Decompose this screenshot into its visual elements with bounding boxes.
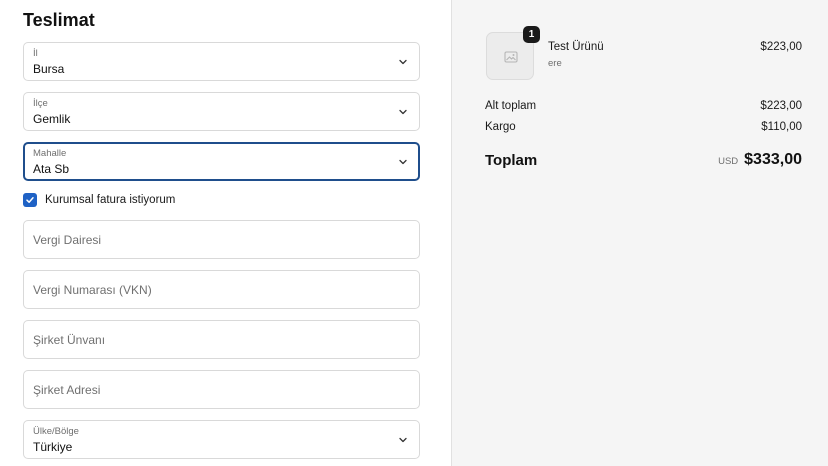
district-label: İlçe [33,98,48,109]
delivery-form-panel: Teslimat İl Bursa İlçe Gemlik Mahalle At… [0,0,452,466]
neighborhood-label: Mahalle [33,148,67,159]
corporate-invoice-row[interactable]: Kurumsal fatura istiyorum [23,192,175,208]
district-value: Gemlik [33,112,71,126]
chevron-down-icon [399,159,407,165]
chevron-down-icon [399,109,407,115]
neighborhood-value: Ata Sb [33,162,70,176]
check-icon [26,197,34,203]
company-name-input[interactable]: Şirket Ünvanı [23,320,420,359]
province-value: Bursa [33,62,65,76]
product-name: Test Ürünü [548,41,604,53]
checkout-page: Teslimat İl Bursa İlçe Gemlik Mahalle At… [0,0,828,466]
corporate-invoice-label: Kurumsal fatura istiyorum [45,194,176,206]
total-label: Toplam [485,152,538,169]
chevron-down-icon [399,437,407,443]
tax-office-placeholder: Vergi Dairesi [33,233,102,247]
country-select[interactable]: Ülke/Bölge Türkiye [23,420,420,459]
shipping-value: $110,00 [761,121,802,133]
tax-office-input[interactable]: Vergi Dairesi [23,220,420,259]
company-address-placeholder: Şirket Adresi [33,383,101,397]
province-select[interactable]: İl Bursa [23,42,420,81]
company-name-placeholder: Şirket Ünvanı [33,333,106,347]
subtotal-value: $223,00 [760,100,802,112]
country-label: Ülke/Bölge [33,426,79,437]
shipping-label: Kargo [485,121,516,133]
chevron-down-icon [399,59,407,65]
district-select[interactable]: İlçe Gemlik [23,92,420,131]
currency-code: USD [718,156,739,167]
product-price: $223,00 [760,41,802,53]
province-label: İl [33,48,38,59]
tax-number-input[interactable]: Vergi Numarası (VKN) [23,270,420,309]
subtotal-label: Alt toplam [485,100,537,112]
neighborhood-select[interactable]: Mahalle Ata Sb [23,142,420,181]
image-placeholder-icon [504,51,518,63]
total-value: $333,00 [744,151,802,168]
product-variant: ere [548,58,562,69]
quantity-badge: 1 [523,26,540,43]
corporate-invoice-checkbox[interactable] [23,193,37,207]
total-amount: USD $333,00 [718,151,802,169]
tax-number-placeholder: Vergi Numarası (VKN) [33,283,152,297]
country-value: Türkiye [33,440,73,454]
section-title: Teslimat [23,10,95,30]
company-address-input[interactable]: Şirket Adresi [23,370,420,409]
